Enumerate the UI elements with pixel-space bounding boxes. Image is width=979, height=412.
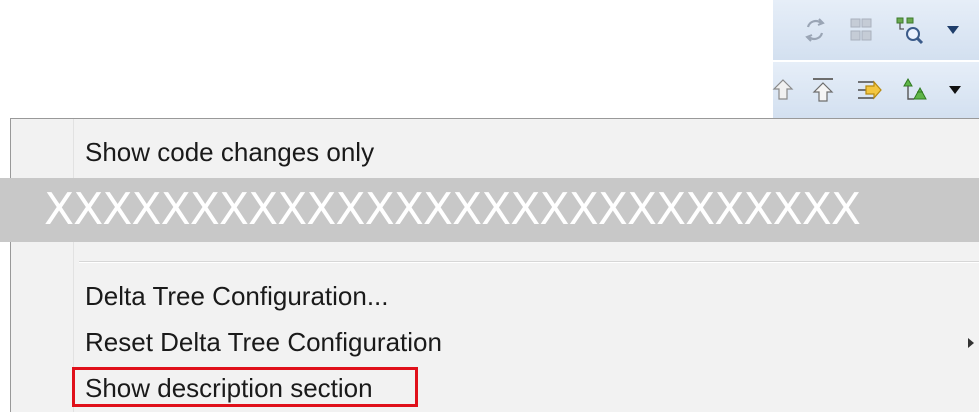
tree-icon — [903, 77, 927, 100]
menu-item-label: Delta Tree Configuration... — [85, 281, 389, 311]
menu-item-label: Show description section — [85, 373, 373, 403]
dropdown-arrow-icon — [949, 86, 961, 94]
submenu-arrow-icon — [968, 338, 974, 348]
go-into-icon — [812, 78, 834, 102]
sync-button[interactable] — [797, 12, 833, 48]
view-toolbar-bottom — [772, 62, 979, 119]
menu-item-delta-tree-configuration[interactable]: Delta Tree Configuration... — [11, 275, 979, 317]
up-arrow-icon — [772, 79, 794, 100]
redaction-band: XXXXXXXXXXXXXXXXXXXXXXXXXXXX — [0, 178, 979, 242]
toolbar-dropdown[interactable] — [945, 80, 965, 100]
layout-icon — [850, 18, 872, 41]
previous-button[interactable] — [765, 72, 801, 108]
sync-icon — [805, 18, 825, 42]
menu-item-label: Show code changes only — [85, 137, 375, 167]
menu-item-show-code-changes-only[interactable]: Show code changes only — [11, 131, 979, 173]
menu-item-show-description-section[interactable]: Show description section — [11, 367, 979, 409]
view-menu: Show code changes only ​ Delta Tree Conf… — [10, 118, 979, 412]
tree-search-icon — [896, 17, 924, 45]
menu-item-label: Reset Delta Tree Configuration — [85, 327, 442, 357]
go-into-button[interactable] — [805, 72, 841, 108]
view-menu-dropdown[interactable] — [943, 20, 963, 40]
view-toolbar-top — [773, 0, 979, 60]
tree-button[interactable] — [897, 72, 933, 108]
menu-item-reset-delta-tree-configuration[interactable]: Reset Delta Tree Configuration — [11, 321, 979, 363]
tree-search-button[interactable] — [891, 12, 927, 48]
export-icon — [858, 80, 882, 100]
layout-button[interactable] — [843, 12, 879, 48]
screenshot-stage: Show code changes only ​ Delta Tree Conf… — [0, 0, 979, 412]
export-button[interactable] — [851, 72, 887, 108]
menu-separator — [79, 261, 979, 263]
dropdown-arrow-icon — [947, 26, 959, 34]
